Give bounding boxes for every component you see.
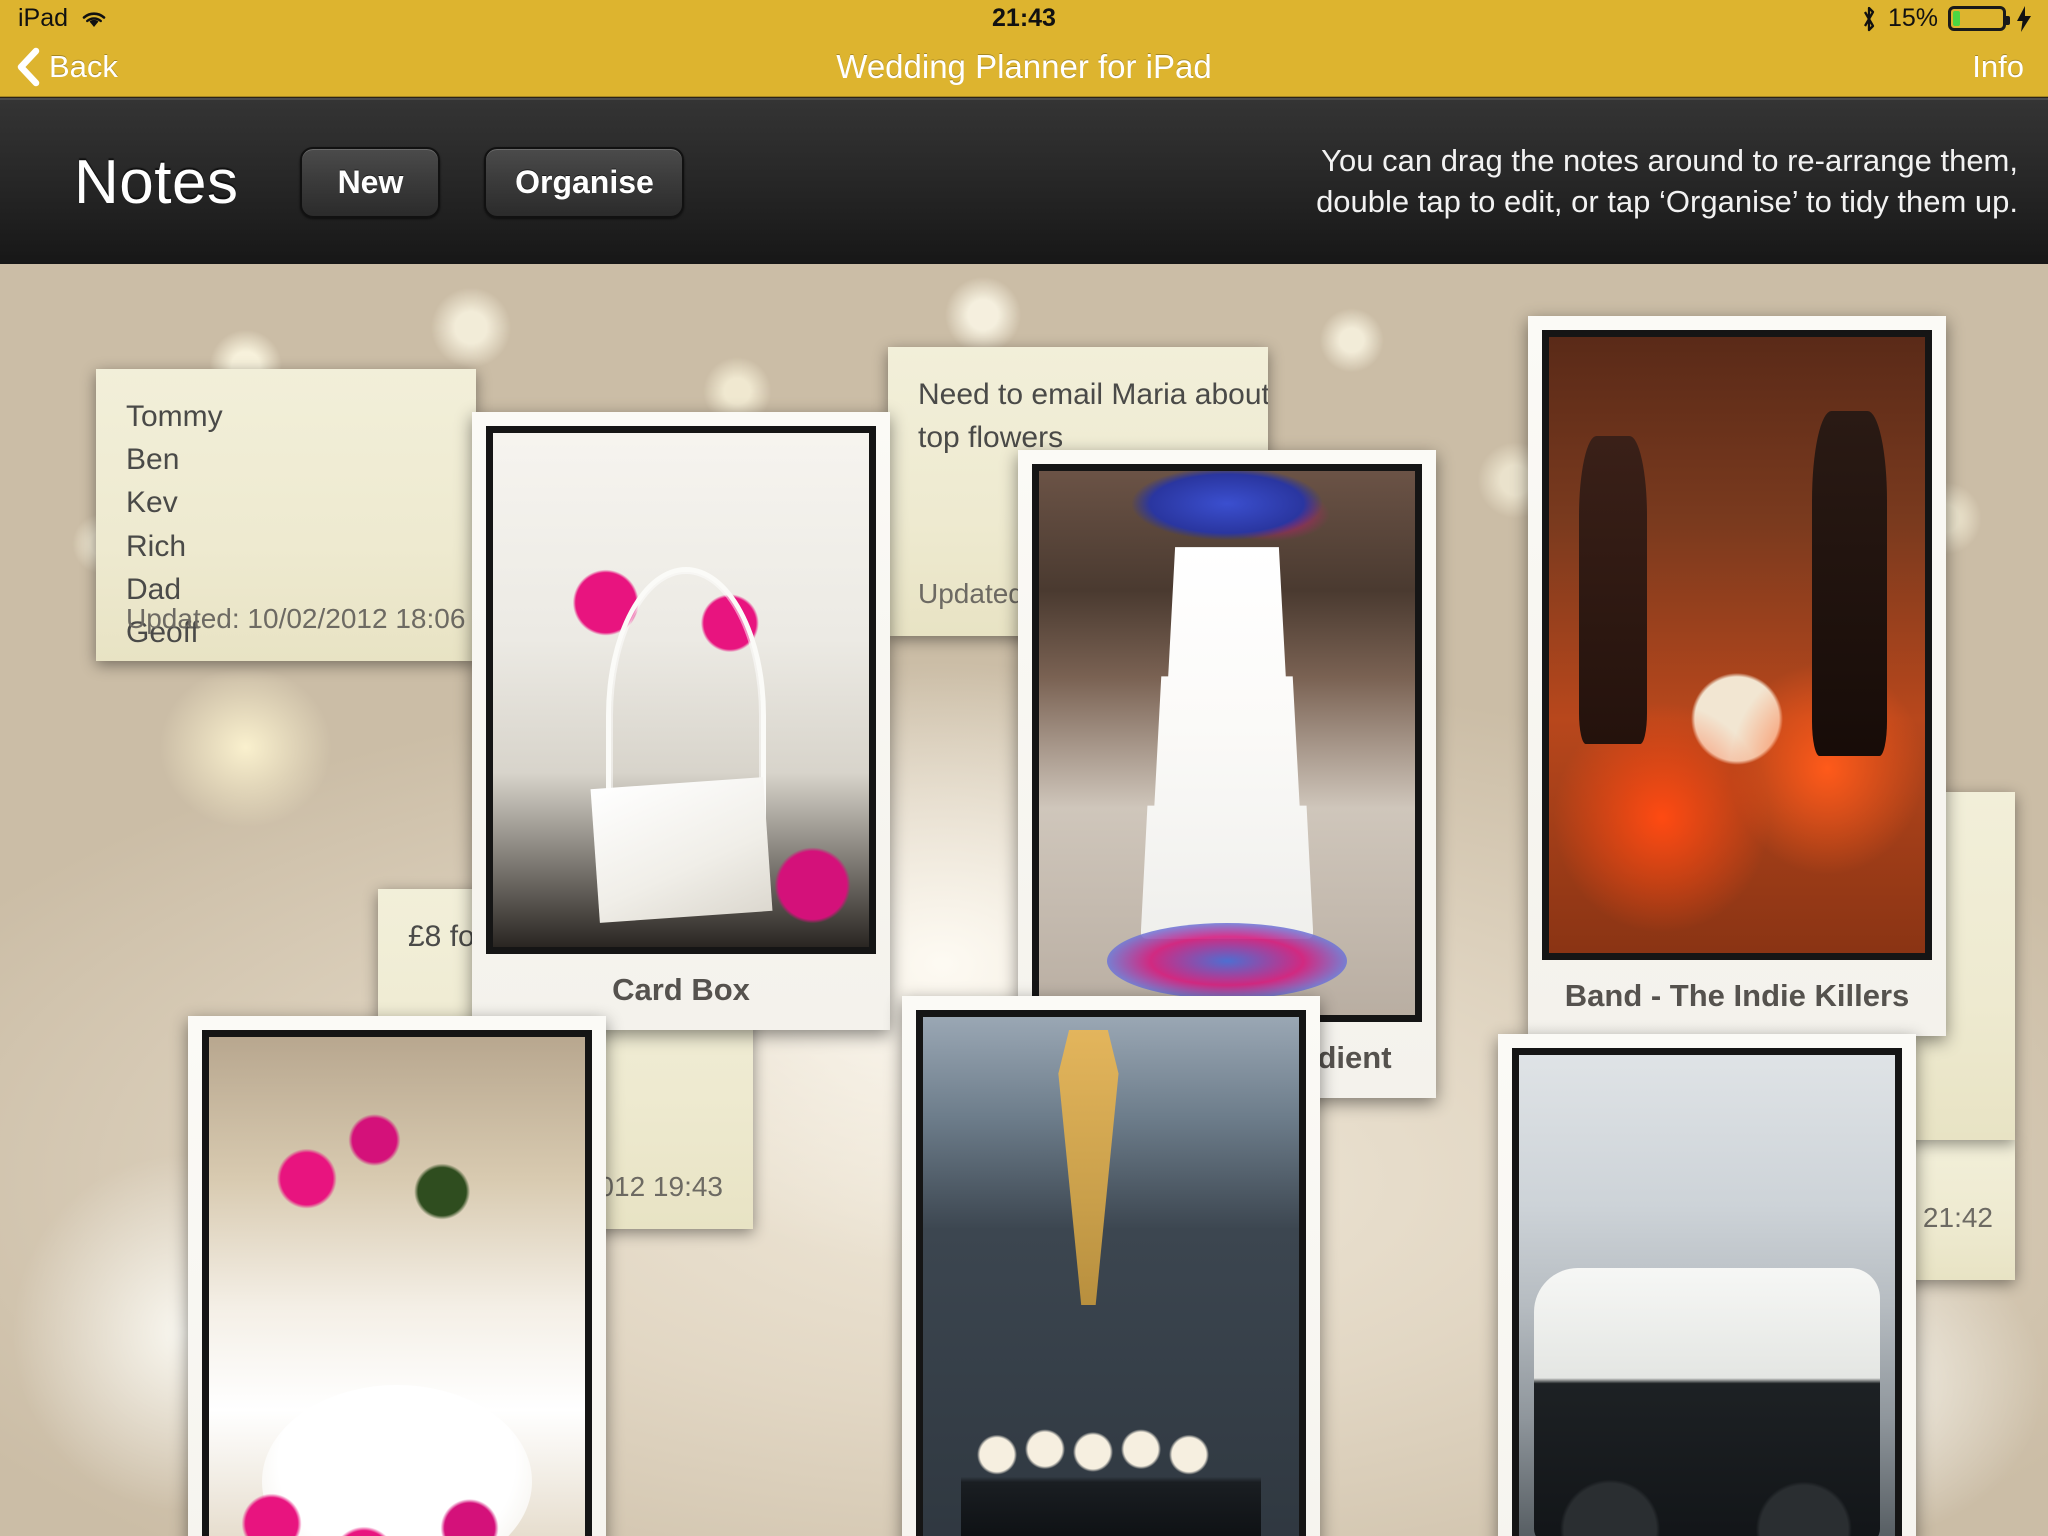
toolbar-hint-line-2: double tap to edit, or tap ‘Organise’ to…	[1316, 184, 2018, 219]
photo-note-card-box[interactable]: Card Box	[472, 412, 890, 1030]
status-bar-clock: 21:43	[992, 4, 1056, 32]
note-guest-list[interactable]: Tommy Ben Kev Rich Dad Geoff Rod George …	[96, 369, 476, 661]
photo-caption: Band - The Indie Killers	[1564, 978, 1910, 1013]
venue-photo	[202, 1030, 592, 1536]
notes-canvas[interactable]: Need to email Maria about cake top flowe…	[0, 264, 2048, 1536]
note-line: Ben	[126, 443, 180, 477]
photo-note-band[interactable]: Band - The Indie Killers	[1528, 316, 1946, 1036]
toolbar-hint-line-1: You can drag the notes around to re-arra…	[1321, 143, 2018, 179]
notes-section-title: Notes	[74, 147, 239, 217]
card-box-photo	[486, 426, 876, 954]
note-line: Need to email Maria about cake	[918, 378, 1268, 411]
band-photo	[1542, 330, 1932, 960]
note-line: Kev	[126, 486, 178, 520]
battery-icon	[1948, 6, 2010, 31]
note-updated-timestamp: Updated:	[918, 577, 1032, 609]
note-line: Tommy	[126, 400, 223, 433]
navigation-bar: Back Wedding Planner for iPad Info	[0, 37, 2048, 97]
photo-note-canapes[interactable]: Canapés	[902, 996, 1320, 1536]
info-button[interactable]: Info	[1972, 49, 2048, 85]
status-bar: iPad 21:43 15%	[0, 0, 2048, 37]
organise-button[interactable]: Organise	[484, 146, 685, 218]
canapes-photo	[916, 1010, 1306, 1536]
cake-photo	[1032, 464, 1422, 1022]
new-note-button[interactable]: New	[300, 146, 441, 218]
note-line: Rich	[126, 529, 187, 563]
chevron-left-icon	[16, 47, 40, 87]
battery-fill	[1953, 11, 1961, 26]
note-updated-timestamp: Updated: 10/02/2012 18:06	[126, 602, 466, 634]
photo-note-bridal-car[interactable]: Bridal Car - Barnes	[1498, 1034, 1916, 1536]
note-updated-timestamp: 21:42	[1922, 1201, 1993, 1233]
note-updated-timestamp: 012 19:43	[598, 1170, 723, 1202]
toolbar-button-group: New Organise	[300, 146, 685, 218]
toolbar-hint-text: You can drag the notes around to re-arra…	[1316, 141, 2048, 223]
back-button-label: Back	[49, 48, 118, 84]
back-button[interactable]: Back	[0, 47, 118, 87]
bridal-car-photo	[1512, 1048, 1902, 1536]
note-line: Rod	[126, 654, 446, 661]
page-title: Wedding Planner for iPad	[836, 47, 1212, 85]
notes-toolbar: Notes New Organise You can drag the note…	[0, 98, 2048, 264]
photo-note-venue[interactable]: Venue - Compton Acres	[188, 1016, 606, 1536]
